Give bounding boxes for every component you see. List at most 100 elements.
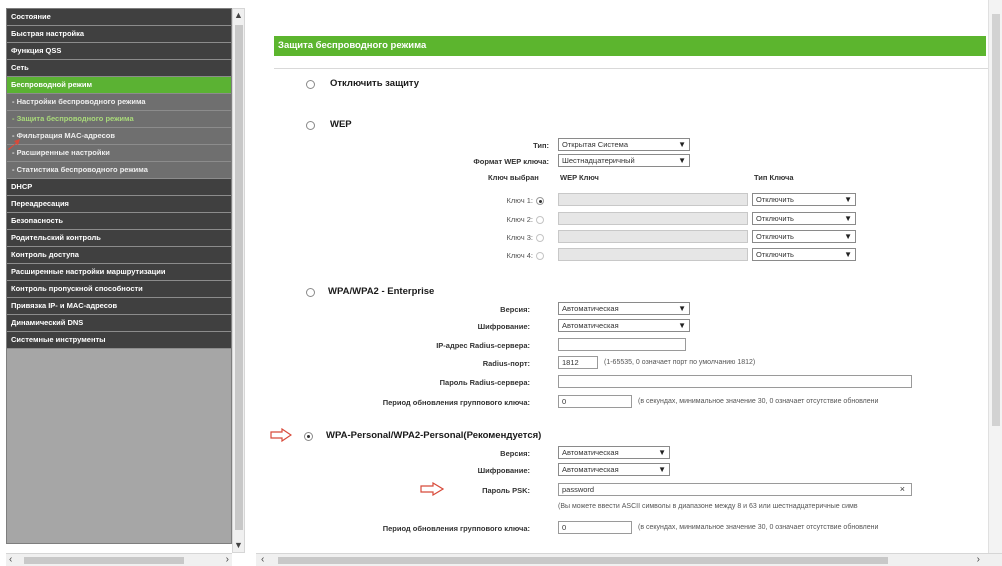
psk-password-input[interactable]: password × [558, 483, 912, 496]
ent-version-select[interactable]: Автоматическая ▼ [558, 302, 690, 315]
scroll-right-icon[interactable]: › [977, 554, 980, 565]
radio-wpa-personal[interactable] [304, 432, 313, 441]
psk-password-label: Пароль PSK: [482, 486, 530, 495]
radius-ip-label: IP-адрес Radius-сервера: [436, 341, 530, 350]
scroll-thumb[interactable] [992, 14, 1000, 426]
radio-wpa-enterprise[interactable] [306, 288, 315, 297]
sidebar-item-bandwidth-control[interactable]: Контроль пропускной способности [7, 281, 231, 298]
wep-key2-radio[interactable] [536, 216, 544, 224]
red-arrow-icon [420, 482, 444, 496]
sidebar-item-security[interactable]: Безопасность [7, 213, 231, 230]
wep-format-value: Шестнадцатеричный [562, 156, 635, 165]
main-panel: Защита беспроводного режима Отключить за… [246, 0, 1002, 553]
wep-key2-type-select[interactable]: Отключить ▼ [752, 212, 856, 225]
radius-ip-input[interactable] [558, 338, 686, 351]
sidebar-item-wireless-security[interactable]: - Защита беспроводного режима [7, 111, 231, 128]
sidebar-item-qss[interactable]: Функция QSS [7, 43, 231, 60]
sidebar-item-quick-setup[interactable]: Быстрая настройка [7, 26, 231, 43]
sidebar-item-advanced-wireless[interactable]: - Расширенные настройки [7, 145, 231, 162]
wep-type-value: Открытая Система [562, 140, 628, 149]
chevron-down-icon: ▼ [844, 250, 852, 259]
sidebar-item-advanced-routing[interactable]: Расширенные настройки маршрутизации [7, 264, 231, 281]
radius-password-label: Пароль Radius-сервера: [439, 378, 530, 387]
sidebar-item-status[interactable]: Состояние [7, 9, 231, 26]
sidebar-item-ip-mac-binding[interactable]: Привязка IP- и MAC-адресов [7, 298, 231, 315]
chevron-down-icon: ▼ [678, 156, 686, 165]
wep-col-key: WEP Ключ [560, 173, 599, 182]
sidebar-item-network[interactable]: Сеть [7, 60, 231, 77]
chevron-down-icon: ▼ [658, 465, 666, 474]
scroll-thumb[interactable] [278, 557, 888, 564]
scroll-left-icon[interactable]: ‹ [9, 554, 12, 565]
wep-label: WEP [330, 119, 352, 130]
sidebar-item-access-control[interactable]: Контроль доступа [7, 247, 231, 264]
scroll-up-icon[interactable]: ▲ [234, 10, 243, 20]
wep-key3-type-select[interactable]: Отключить ▼ [752, 230, 856, 243]
personal-group-key-input[interactable]: 0 [558, 521, 632, 534]
sidebar-item-wireless[interactable]: Беспроводной режим [7, 77, 231, 94]
wep-key4-type-value: Отключить [756, 250, 794, 259]
chevron-down-icon: ▼ [678, 321, 686, 330]
sidebar-item-system-tools[interactable]: Системные инструменты [7, 332, 231, 349]
wep-key4-radio[interactable] [536, 252, 544, 260]
personal-version-select[interactable]: Автоматическая ▼ [558, 446, 670, 459]
radio-wep[interactable] [306, 121, 315, 130]
sidebar-horizontal-scrollbar[interactable]: ‹ › [6, 553, 232, 566]
wep-key2-input[interactable] [558, 212, 748, 225]
radius-port-note: (1-65535, 0 означает порт по умолчанию 1… [604, 359, 756, 366]
ent-group-key-input[interactable]: 0 [558, 395, 632, 408]
sidebar-item-wireless-stats[interactable]: - Статистика беспроводного режима [7, 162, 231, 179]
wep-format-label: Формат WEP ключа: [473, 157, 549, 166]
main-vertical-scrollbar[interactable] [988, 0, 1002, 553]
scroll-down-icon[interactable]: ▼ [234, 540, 243, 550]
wep-type-label: Тип: [533, 141, 549, 150]
wep-key4-label: Ключ 4: [506, 251, 533, 260]
wep-key1-type-select[interactable]: Отключить ▼ [752, 193, 856, 206]
personal-encryption-label: Шифрование: [477, 466, 530, 475]
wep-type-select[interactable]: Открытая Система ▼ [558, 138, 690, 151]
radio-disable-security[interactable] [306, 80, 315, 89]
scroll-thumb[interactable] [235, 25, 243, 530]
router-settings-window: Состояние Быстрая настройка Функция QSS … [0, 0, 1002, 566]
sidebar-item-wireless-settings[interactable]: - Настройки беспроводного режима [7, 94, 231, 111]
wpa-personal-label: WPA-Personal/WPA2-Personal(Рекомендуется… [326, 430, 542, 441]
wep-key1-label: Ключ 1: [506, 196, 533, 205]
wep-format-select[interactable]: Шестнадцатеричный ▼ [558, 154, 690, 167]
personal-group-key-note: (в секундах, минимальное значение 30, 0 … [638, 524, 879, 531]
scroll-thumb[interactable] [24, 557, 184, 564]
wep-key3-input[interactable] [558, 230, 748, 243]
sidebar-vertical-scrollbar[interactable]: ▲ ▼ [232, 8, 245, 553]
scroll-left-icon[interactable]: ‹ [261, 554, 264, 565]
wep-key1-type-value: Отключить [756, 195, 794, 204]
chevron-down-icon: ▼ [678, 140, 686, 149]
wep-key2-type-value: Отключить [756, 214, 794, 223]
chevron-down-icon: ▼ [658, 448, 666, 457]
chevron-down-icon: ▼ [844, 214, 852, 223]
wep-key4-input[interactable] [558, 248, 748, 261]
wep-key3-radio[interactable] [536, 234, 544, 242]
chevron-down-icon: ▼ [844, 232, 852, 241]
disable-security-label: Отключить защиту [330, 78, 420, 89]
sidebar-item-parental-control[interactable]: Родительский контроль [7, 230, 231, 247]
sidebar-item-mac-filtering[interactable]: - Фильтрация MAC-адресов [7, 128, 231, 145]
personal-encryption-select[interactable]: Автоматическая ▼ [558, 463, 670, 476]
radius-password-input[interactable] [558, 375, 912, 388]
wep-col-type: Тип Ключа [754, 173, 794, 182]
ent-encryption-select[interactable]: Автоматическая ▼ [558, 319, 690, 332]
clear-icon[interactable]: × [900, 484, 905, 495]
sidebar-item-forwarding[interactable]: Переадресация [7, 196, 231, 213]
wep-key1-input[interactable] [558, 193, 748, 206]
chevron-down-icon: ▼ [678, 304, 686, 313]
sidebar-item-dhcp[interactable]: DHCP [7, 179, 231, 196]
wep-key2-label: Ключ 2: [506, 215, 533, 224]
radius-port-input[interactable]: 1812 [558, 356, 598, 369]
page-title: Защита беспроводного режима [274, 36, 986, 56]
ent-group-key-note: (в секундах, минимальное значение 30, 0 … [638, 398, 879, 405]
chevron-down-icon: ▼ [844, 195, 852, 204]
scroll-right-icon[interactable]: › [226, 554, 229, 565]
main-horizontal-scrollbar[interactable]: ‹ › [256, 553, 1002, 566]
wep-key4-type-select[interactable]: Отключить ▼ [752, 248, 856, 261]
sidebar-item-ddns[interactable]: Динамический DNS [7, 315, 231, 332]
wep-key1-radio[interactable] [536, 197, 544, 205]
personal-group-key-label: Период обновления группового ключа: [382, 524, 530, 533]
